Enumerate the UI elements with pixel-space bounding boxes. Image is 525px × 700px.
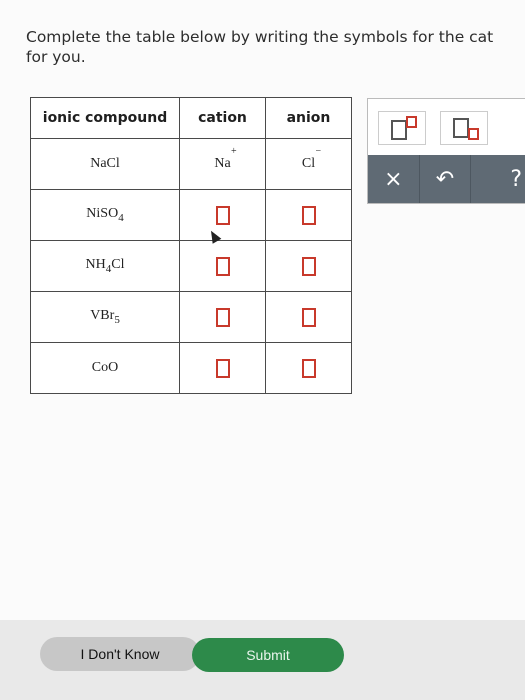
undo-icon: ↶ [435,166,455,192]
table-header-row: ionic compound cation anion [30,97,352,139]
subscript-button[interactable] [440,111,488,145]
table-row: VBr5 [30,291,352,343]
help-icon: ? [510,166,523,192]
help-button[interactable]: ? [471,155,525,203]
anion-charge: − [315,146,322,157]
cation-answer-input[interactable] [215,358,230,378]
anion-answer-input[interactable] [301,358,316,378]
math-input-toolbar: × ↶ ? [367,98,525,204]
cation-cell [179,240,266,292]
compound-cell: VBr5 [30,291,180,343]
formula-tail: Cl [111,257,125,272]
formula-base: NiSO [86,206,119,221]
cation-symbol: Na + [214,146,236,172]
cation-cell [179,189,266,241]
compound-formula: NaCl [90,156,120,171]
ionic-compound-table: ionic compound cation anion NaCl Na + Cl −… [30,97,352,394]
header-cation: cation [179,97,266,139]
toolbar-action-row: × ↶ ? [368,155,525,203]
anion-text: Cl [301,156,316,171]
dont-know-button[interactable]: I Don't Know [40,637,200,671]
compound-formula: VBr5 [90,308,120,326]
anion-symbol: Cl − [301,146,321,172]
close-icon: × [384,166,403,192]
anion-cell [265,240,352,292]
compound-formula: NH4Cl [85,257,125,275]
compound-formula: CoO [91,360,119,375]
header-ionic-compound: ionic compound [30,97,180,139]
compound-cell: NiSO4 [30,189,180,241]
toolbar-format-row [368,99,525,155]
table-row: NH4Cl [30,240,352,292]
cation-answer-input[interactable] [215,205,230,225]
undo-button[interactable]: ↶ [420,155,472,203]
anion-answer-input[interactable] [301,256,316,276]
table-row: NiSO4 [30,189,352,241]
formula-subscript: 5 [114,314,120,326]
formula-base: VBr [90,308,115,323]
superscript-button[interactable] [378,111,426,145]
anion-answer-input[interactable] [301,205,316,225]
cation-text: Na [214,156,231,171]
cation-cell: Na + [179,138,266,190]
cation-charge: + [231,146,237,157]
clear-button[interactable]: × [368,155,420,203]
anion-cell [265,189,352,241]
instructions-text: Complete the table below by writing the … [26,28,494,66]
header-anion: anion [265,97,352,139]
cation-answer-input[interactable] [215,256,230,276]
table-row: CoO [30,342,352,394]
formula-subscript: 4 [118,212,124,224]
compound-cell: NH4Cl [30,240,180,292]
compound-formula: NiSO4 [86,206,124,224]
cation-cell [179,291,266,343]
anion-answer-input[interactable] [301,307,316,327]
anion-cell: Cl − [265,138,352,190]
anion-cell [265,342,352,394]
anion-cell [265,291,352,343]
cation-answer-input[interactable] [215,307,230,327]
compound-cell: CoO [30,342,180,394]
compound-cell: NaCl [30,138,180,190]
table-row: NaCl Na + Cl − [30,138,352,190]
cation-cell [179,342,266,394]
formula-base: NH [85,257,106,272]
submit-button[interactable]: Submit [192,638,344,672]
